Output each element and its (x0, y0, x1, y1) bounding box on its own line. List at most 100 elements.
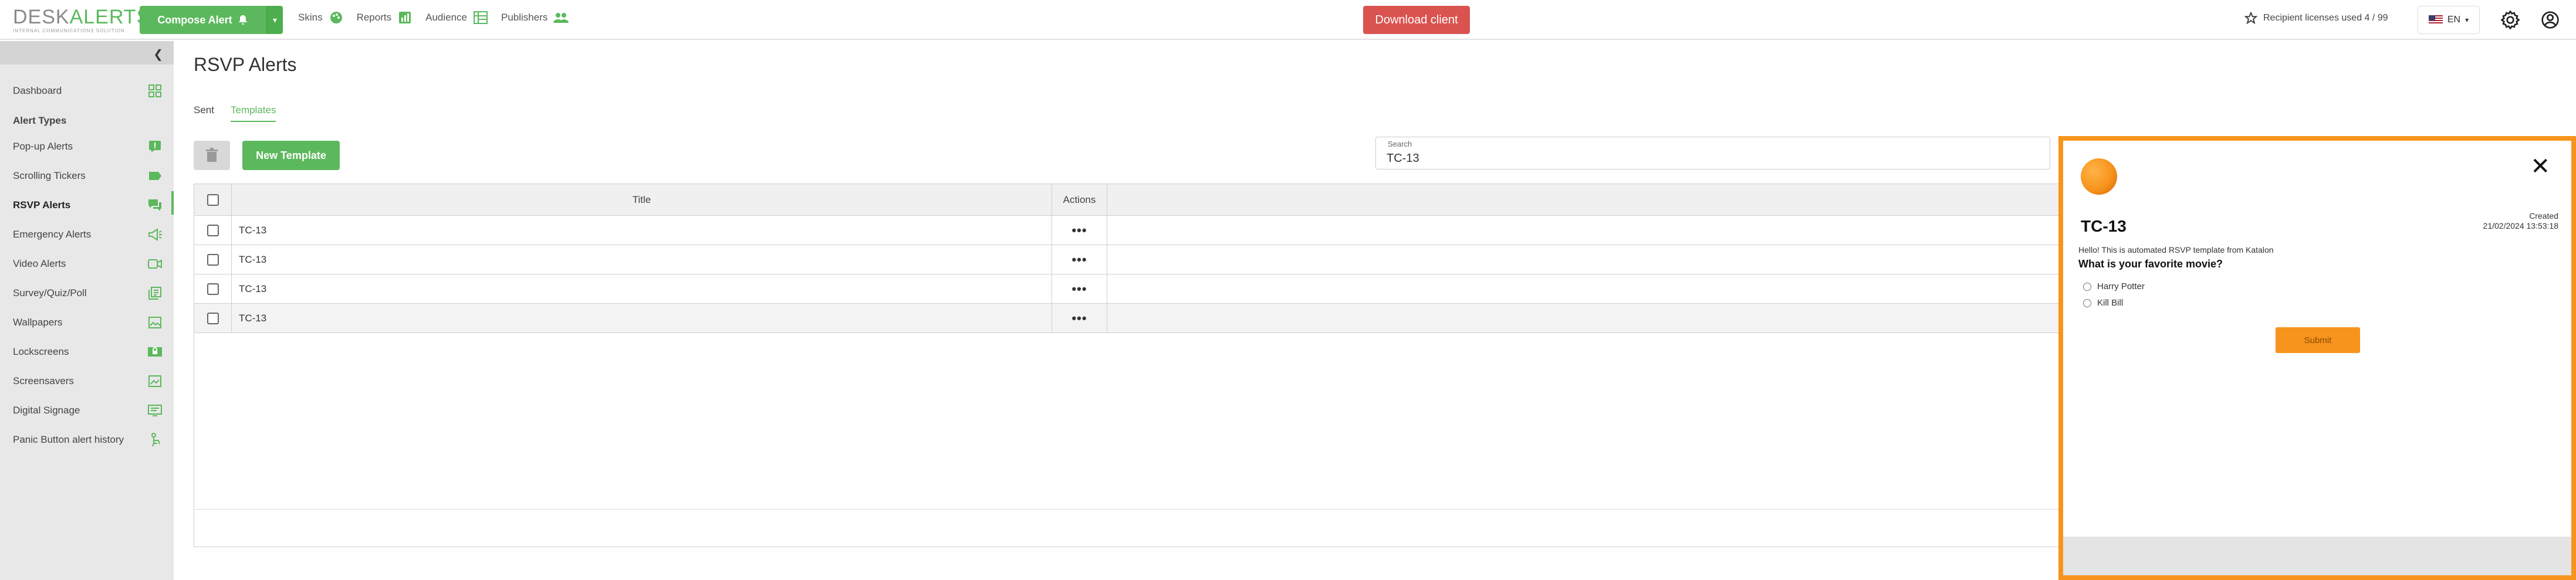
row-title[interactable]: TC-13 (232, 245, 1052, 274)
survey-icon (147, 285, 163, 301)
us-flag-icon (2428, 15, 2443, 25)
sidebar-item-popup-alerts[interactable]: Pop-up Alerts (13, 141, 73, 152)
table-footer (194, 509, 2059, 547)
nav-publishers-label: Publishers (501, 12, 548, 23)
language-selector[interactable]: EN ▾ (2418, 6, 2480, 34)
alert-preview-panel: ✕ TC-13 Created 21/02/2024 13:53:18 Hell… (2058, 136, 2576, 580)
chevron-down-icon: ▾ (2465, 16, 2469, 24)
answer-option[interactable]: Harry Potter (2083, 281, 2145, 291)
table-row[interactable]: TC-13 ••• (194, 245, 2059, 274)
nav-publishers[interactable]: Publishers (501, 10, 569, 25)
compose-alert-button[interactable]: Compose Alert (140, 6, 266, 34)
sidebar-item-dashboard[interactable]: Dashboard (13, 85, 62, 97)
org-chart-icon (473, 10, 488, 25)
logo-tagline: INTERNAL COMMUNICATIONS SOLUTION (13, 28, 125, 33)
row-actions-menu-button[interactable]: ••• (1052, 216, 1107, 245)
row-checkbox-cell (194, 245, 232, 274)
megaphone-icon (147, 226, 163, 243)
sidebar-item-emergency-alerts[interactable]: Emergency Alerts (13, 229, 91, 240)
nav-reports[interactable]: Reports (357, 10, 413, 25)
sidebar-item-screensavers[interactable]: Screensavers (13, 375, 74, 387)
chevron-down-icon: ▾ (272, 15, 278, 25)
row-actions-menu-button[interactable]: ••• (1052, 245, 1107, 274)
sidebar-item-survey-quiz-poll[interactable]: Survey/Quiz/Poll (13, 287, 87, 299)
sidebar-item-panic-button-history[interactable]: Panic Button alert history (13, 434, 124, 446)
column-header-title[interactable]: Title (232, 184, 1052, 216)
new-template-button[interactable]: New Template (242, 141, 340, 170)
answer-radio[interactable] (2083, 299, 2091, 307)
nav-audience-label: Audience (425, 12, 467, 23)
compose-alert-dropdown-button[interactable]: ▾ (266, 6, 283, 34)
popup-icon (147, 138, 163, 155)
table-row[interactable]: TC-13 ••• (194, 216, 2059, 245)
chart-icon (397, 10, 413, 25)
sidebar-item-scrolling-tickers[interactable]: Scrolling Tickers (13, 170, 86, 182)
tab-templates[interactable]: Templates (230, 104, 276, 122)
preview-question: What is your favorite movie? (2078, 258, 2223, 270)
row-title[interactable]: TC-13 (232, 274, 1052, 304)
sidebar-item-rsvp-alerts[interactable]: RSVP Alerts (13, 199, 70, 211)
recipient-licenses[interactable]: Recipient licenses used 4 / 99 (2244, 12, 2388, 25)
deskalerts-logo[interactable]: DESKALERTS INTERNAL COMMUNICATIONS SOLUT… (13, 7, 150, 33)
top-nav: Skins Reports Audience Publishers (298, 10, 569, 25)
signage-icon (147, 402, 163, 419)
row-checkbox-cell (194, 216, 232, 245)
logo-text-desk: DESK (13, 6, 70, 28)
user-account-icon[interactable] (2541, 11, 2560, 29)
orange-ball-logo-icon (2081, 158, 2117, 195)
select-all-checkbox[interactable] (207, 194, 219, 206)
gear-icon[interactable] (2501, 11, 2520, 29)
video-icon (147, 256, 163, 272)
nav-reports-label: Reports (356, 12, 392, 23)
search-label: Search (1388, 140, 1412, 148)
row-title[interactable]: TC-13 (232, 304, 1052, 333)
trash-icon (206, 148, 218, 162)
table-header: Title Actions (194, 184, 2059, 216)
answer-radio[interactable] (2083, 282, 2091, 291)
sidebar-collapse-button[interactable]: ❮ (0, 41, 174, 65)
row-checkbox[interactable] (207, 283, 219, 295)
search-input[interactable] (1387, 150, 1973, 167)
row-checkbox[interactable] (207, 313, 219, 324)
panic-icon (147, 432, 163, 448)
table-row[interactable]: TC-13 ••• (194, 274, 2059, 304)
delete-button[interactable] (194, 141, 230, 170)
nav-skins[interactable]: Skins (298, 10, 344, 25)
sidebar-item-wallpapers[interactable]: Wallpapers (13, 317, 62, 328)
ticker-icon (147, 168, 163, 184)
compose-alert-group: Compose Alert ▾ (140, 6, 283, 34)
preview-footer (2063, 537, 2571, 575)
row-checkbox[interactable] (207, 225, 219, 236)
submit-button[interactable]: Submit (2276, 327, 2360, 353)
lockscreen-icon (147, 344, 163, 360)
row-checkbox[interactable] (207, 254, 219, 266)
row-actions-menu-button[interactable]: ••• (1052, 304, 1107, 333)
search-field[interactable]: Search (1375, 137, 2050, 169)
download-client-button[interactable]: Download client (1363, 6, 1470, 34)
chat-icon (147, 197, 163, 213)
row-title[interactable]: TC-13 (232, 216, 1052, 245)
page-title: RSVP Alerts (194, 54, 297, 75)
sidebar-item-digital-signage[interactable]: Digital Signage (13, 405, 80, 416)
close-icon[interactable]: ✕ (2530, 155, 2550, 178)
sidebar-item-lockscreens[interactable]: Lockscreens (13, 346, 69, 358)
row-actions-menu-button[interactable]: ••• (1052, 274, 1107, 304)
row-checkbox-cell (194, 304, 232, 333)
top-bar: DESKALERTS INTERNAL COMMUNICATIONS SOLUT… (0, 0, 2576, 40)
recipient-licenses-label: Recipient licenses used 4 / 99 (2263, 13, 2388, 23)
row-checkbox-cell (194, 274, 232, 304)
palette-icon (329, 10, 344, 25)
tab-sent[interactable]: Sent (194, 104, 214, 122)
table-row[interactable]: TC-13 ••• (194, 304, 2059, 333)
templates-table: Title Actions TC-13 ••• TC-13 ••• TC-13 … (194, 184, 2060, 547)
sidebar-item-video-alerts[interactable]: Video Alerts (13, 258, 66, 270)
nav-audience[interactable]: Audience (425, 10, 488, 25)
answer-option[interactable]: Kill Bill (2083, 298, 2123, 308)
tabs: Sent Templates (194, 104, 276, 122)
preview-title: TC-13 (2081, 217, 2127, 235)
wallpaper-icon (147, 314, 163, 331)
created-label: Created (2529, 211, 2558, 221)
language-label: EN (2447, 15, 2461, 25)
answer-option-label: Kill Bill (2097, 298, 2124, 308)
star-icon (2244, 12, 2257, 25)
